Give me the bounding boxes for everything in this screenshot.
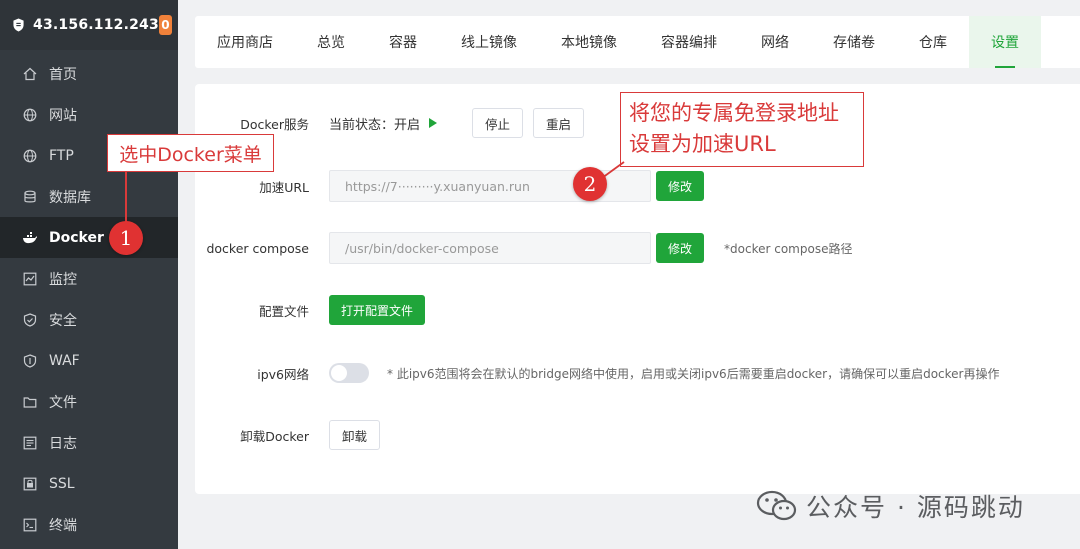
waf-icon	[22, 353, 38, 369]
sidebar-item-monitor[interactable]: 监控	[0, 258, 178, 299]
home-icon	[22, 66, 38, 82]
docker-service-label: Docker服务	[240, 116, 309, 132]
sidebar-item-label: 安全	[49, 312, 77, 329]
sidebar-item-terminal[interactable]: 终端	[0, 504, 178, 545]
annotation-note-docker-menu: 选中Docker菜单	[107, 134, 274, 172]
sidebar-item-label: 终端	[49, 517, 77, 534]
sidebar-item-waf[interactable]: WAF	[0, 340, 178, 381]
restart-button[interactable]: 重启	[533, 108, 585, 138]
open-config-button[interactable]: 打开配置文件	[329, 295, 426, 325]
server-header: 43.156.112.243 0	[0, 0, 178, 50]
annotation-note-mirror: 将您的专属免登录地址 设置为加速URL	[620, 92, 864, 167]
tab-settings[interactable]: 设置	[969, 16, 1041, 68]
stop-button[interactable]: 停止	[472, 108, 524, 138]
tab-overview[interactable]: 总览	[295, 16, 367, 68]
annotation-note-mirror-line1: 将您的专属免登录地址	[629, 101, 839, 125]
uninstall-row: 卸载Docker 卸载	[195, 419, 381, 451]
tab-containers[interactable]: 容器	[367, 16, 439, 68]
ipv6-row: ipv6网络 * 此ipv6范围将会在默认的bridge网络中使用，启用或关闭i…	[195, 357, 999, 389]
database-icon	[22, 189, 38, 205]
annotation-line	[125, 172, 127, 222]
sidebar-item-logs[interactable]: 日志	[0, 422, 178, 463]
annotation-step-1: 1	[109, 221, 143, 255]
sidebar-item-label: 监控	[49, 271, 77, 288]
watermark-text: 公众号 · 源码跳动	[806, 493, 1025, 522]
terminal-icon	[22, 517, 38, 533]
sidebar-item-label: 日志	[49, 435, 77, 452]
config-file-row: 配置文件 打开配置文件	[195, 294, 426, 326]
sidebar-item-home[interactable]: 首页	[0, 53, 178, 94]
config-file-label: 配置文件	[258, 303, 309, 319]
tab-online-images[interactable]: 线上镜像	[439, 16, 539, 68]
log-icon	[22, 435, 38, 451]
mirror-url-label: 加速URL	[259, 179, 309, 195]
sidebar-item-ssl[interactable]: SSL	[0, 463, 178, 504]
docker-icon	[22, 230, 38, 246]
sidebar-item-label: 网站	[49, 107, 77, 124]
compose-row: docker compose /usr/bin/docker-compose 修…	[195, 232, 852, 264]
ipv6-label: ipv6网络	[257, 366, 309, 382]
shield-icon	[22, 312, 38, 328]
wechat-icon	[756, 490, 797, 521]
ipv6-toggle[interactable]	[329, 363, 369, 383]
sidebar-item-website[interactable]: 网站	[0, 94, 178, 135]
sidebar-item-label: 首页	[49, 66, 77, 83]
sidebar-item-label: SSL	[49, 475, 75, 492]
server-ip: 43.156.112.243	[33, 17, 159, 33]
ssl-icon	[22, 476, 38, 492]
sidebar-item-files[interactable]: 文件	[0, 381, 178, 422]
compose-edit-button[interactable]: 修改	[656, 233, 705, 263]
sidebar-item-label: 数据库	[49, 189, 91, 206]
sidebar-item-label: WAF	[49, 352, 80, 369]
sidebar-item-label: FTP	[49, 147, 74, 164]
docker-tabs: 应用商店 总览 容器 线上镜像 本地镜像 容器编排 网络 存储卷 仓库 设置	[195, 16, 1080, 68]
tab-compose[interactable]: 容器编排	[639, 16, 739, 68]
globe-icon	[22, 107, 38, 123]
server-shield-icon	[13, 18, 24, 32]
compose-path-input[interactable]: /usr/bin/docker-compose	[329, 232, 651, 264]
sidebar-item-database[interactable]: 数据库	[0, 176, 178, 217]
notification-badge[interactable]: 0	[158, 15, 172, 35]
compose-label: docker compose	[206, 240, 309, 256]
globe-icon	[22, 148, 38, 164]
compose-hint: *docker compose路径	[724, 241, 853, 256]
tab-network[interactable]: 网络	[739, 16, 811, 68]
folder-icon	[22, 394, 38, 410]
sidebar-item-label: Docker	[49, 229, 104, 246]
sidebar: 43.156.112.243 0 首页 网站 FTP 数据库 Docker 监控	[0, 0, 178, 549]
docker-status-text: 当前状态：开启	[329, 117, 421, 133]
tab-app-store[interactable]: 应用商店	[195, 16, 295, 68]
sidebar-item-docker[interactable]: Docker	[0, 217, 178, 258]
watermark: 公众号 · 源码跳动	[756, 488, 1025, 524]
annotation-step-2: 2	[573, 167, 607, 201]
mirror-url-row: 加速URL https://7·········y.xuanyuan.run 修…	[195, 170, 705, 202]
sidebar-item-security[interactable]: 安全	[0, 299, 178, 340]
tab-volumes[interactable]: 存储卷	[811, 16, 897, 68]
uninstall-button[interactable]: 卸载	[329, 420, 381, 450]
running-play-icon	[429, 118, 438, 128]
tab-local-images[interactable]: 本地镜像	[539, 16, 639, 68]
tab-registry[interactable]: 仓库	[897, 16, 969, 68]
monitor-icon	[22, 271, 38, 287]
uninstall-label: 卸载Docker	[240, 428, 309, 444]
ipv6-hint: * 此ipv6范围将会在默认的bridge网络中使用，启用或关闭ipv6后需要重…	[387, 366, 1000, 381]
mirror-url-edit-button[interactable]: 修改	[656, 171, 705, 201]
sidebar-item-label: 文件	[49, 394, 77, 411]
annotation-note-mirror-line2: 设置为加速URL	[629, 132, 776, 156]
